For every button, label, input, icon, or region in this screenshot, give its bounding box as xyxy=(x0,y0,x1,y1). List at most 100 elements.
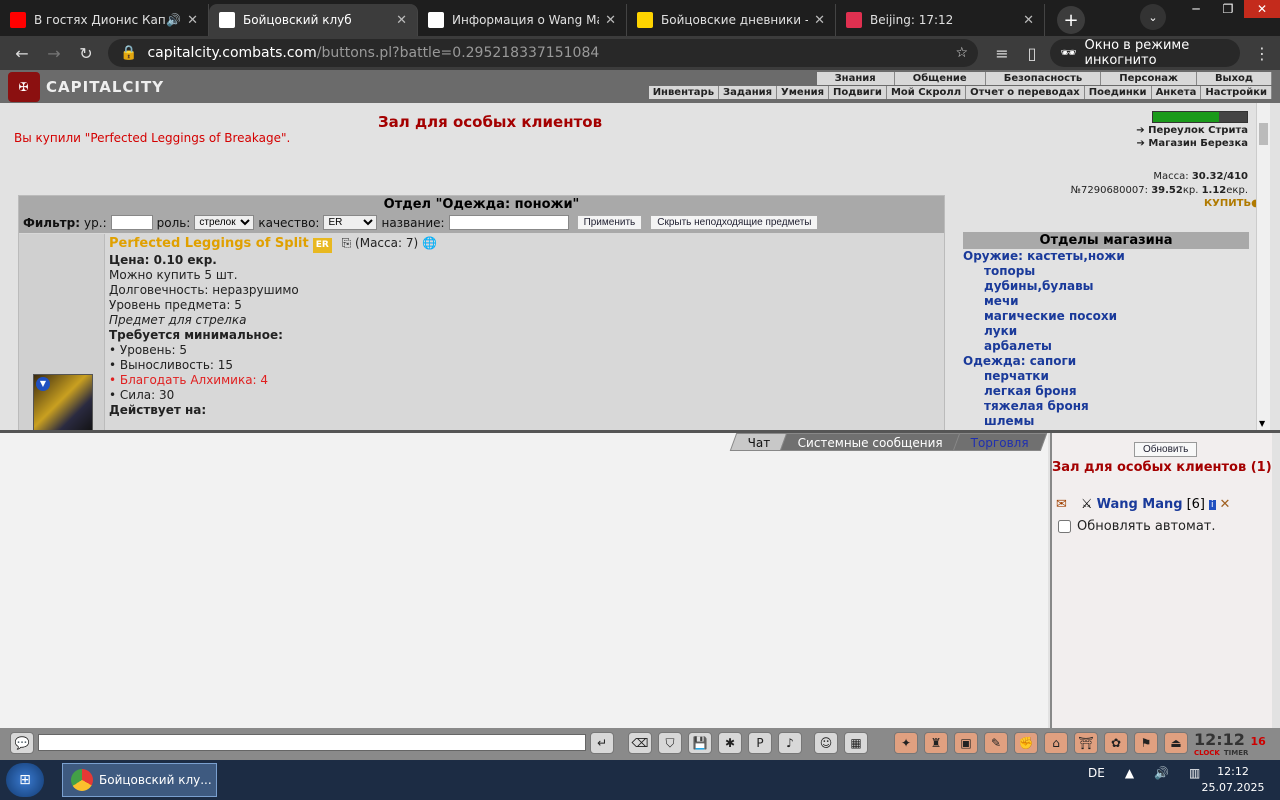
menu-item[interactable]: Поединки xyxy=(1085,86,1152,99)
menu-item[interactable]: Общение xyxy=(895,72,986,85)
language-indicator[interactable]: DE xyxy=(1088,766,1105,780)
bookmark-star-icon[interactable]: ☆ xyxy=(955,45,968,61)
level-input[interactable] xyxy=(110,215,153,230)
sound-icon[interactable]: ♪ xyxy=(778,732,802,754)
minimize-button[interactable]: ─ xyxy=(1180,0,1212,18)
smile-icon[interactable]: ☺ xyxy=(814,732,838,754)
chat-tab[interactable]: Системные сообщения xyxy=(779,433,962,451)
reload-icon[interactable]: ↻ xyxy=(70,38,102,68)
menu-item[interactable]: Отчет о переводах xyxy=(966,86,1085,99)
chat-input[interactable] xyxy=(38,734,586,751)
close-tab-icon[interactable]: ✕ xyxy=(1023,13,1034,28)
tray-arrow-icon[interactable]: ▲ xyxy=(1125,766,1134,780)
hide-unsuitable-button[interactable]: Скрыть неподходящие предметы xyxy=(650,215,819,230)
browser-tab[interactable]: Beijing: 17:12 ✕ xyxy=(836,4,1045,36)
game-logo[interactable]: ✠ CAPITALCITY xyxy=(8,72,178,102)
clear-chat-icon[interactable]: ▦ xyxy=(844,732,868,754)
auto-refresh-checkbox[interactable] xyxy=(1058,520,1071,533)
house-icon[interactable]: ⌂ xyxy=(1044,732,1068,754)
eraser-icon[interactable]: ⌫ xyxy=(628,732,652,754)
menu-item[interactable]: Инвентарь xyxy=(649,86,720,99)
back-icon[interactable]: ← xyxy=(6,38,38,68)
link-pereulok[interactable]: ➔ Переулок Стрита xyxy=(1120,125,1248,136)
menu-kebab-icon[interactable]: ⋮ xyxy=(1246,38,1278,68)
shop-department-link[interactable]: легкая броня xyxy=(963,384,1249,399)
save-icon[interactable]: 💾 xyxy=(688,732,712,754)
browser-tab[interactable]: Бойцовские дневники - W ✕ xyxy=(627,4,836,36)
auto-refresh-option[interactable]: Обновлять автомат. xyxy=(1058,519,1216,534)
tab-search-button[interactable]: ⌄ xyxy=(1140,4,1166,30)
refresh-button[interactable]: Обновить xyxy=(1134,442,1198,457)
maximize-button[interactable]: ❐ xyxy=(1212,0,1244,18)
chat-area[interactable]: Чат Системные сообщения Торговля xyxy=(0,433,1048,728)
menu-item[interactable]: Анкета xyxy=(1152,86,1202,99)
shop-department-link[interactable]: Одежда: сапоги xyxy=(963,354,1249,369)
media-queue-icon[interactable]: ≡ xyxy=(986,38,1018,68)
browser-tab[interactable]: Бойцовский клуб ✕ xyxy=(209,4,418,36)
scroll-down-icon[interactable]: ▼ xyxy=(1259,419,1265,428)
globe-icon[interactable]: 🌐 xyxy=(422,236,437,250)
scroll-icon[interactable]: ✎ xyxy=(984,732,1008,754)
close-tab-icon[interactable]: ✕ xyxy=(605,13,616,28)
item-image[interactable]: ▼ xyxy=(33,374,93,430)
browser-tab[interactable]: В гостях Дионис Капта 🔊 ✕ xyxy=(0,4,209,36)
menu-item[interactable]: Выход xyxy=(1197,72,1272,85)
translit-icon[interactable]: ✱ xyxy=(718,732,742,754)
shop-department-link[interactable]: мечи xyxy=(963,294,1249,309)
taskbar-chrome-item[interactable]: Бойцовский клу... xyxy=(62,763,217,797)
buy-ekr-button[interactable]: КУПИТЬ● xyxy=(1204,198,1256,209)
ignore-icon[interactable]: ✕ xyxy=(1220,497,1231,512)
menu-item[interactable]: Мой Скролл xyxy=(887,86,967,99)
shop-department-link[interactable]: тяжелая броня xyxy=(963,399,1249,414)
audio-icon[interactable]: 🔊 xyxy=(166,13,181,27)
exit-icon[interactable]: ⏏ xyxy=(1164,732,1188,754)
fight-icon[interactable]: ✦ xyxy=(894,732,918,754)
menu-item[interactable]: Персонаж xyxy=(1101,72,1197,85)
menu-item[interactable]: Задания xyxy=(719,86,778,99)
shop-department-link[interactable]: перчатки xyxy=(963,369,1249,384)
quality-select[interactable]: ER xyxy=(323,215,378,230)
chat-tab[interactable]: Торговля xyxy=(952,433,1048,451)
copy-icon[interactable]: ⎘ xyxy=(342,236,352,250)
link-magazin[interactable]: ➔ Магазин Березка xyxy=(1120,138,1248,149)
close-tab-icon[interactable]: ✕ xyxy=(187,13,198,28)
role-select[interactable]: стрелок xyxy=(194,215,255,230)
user-name[interactable]: Wang Mang xyxy=(1097,497,1183,512)
shop-department-link[interactable]: арбалеты xyxy=(963,339,1249,354)
forward-icon[interactable]: → xyxy=(38,38,70,68)
close-window-button[interactable]: ✕ xyxy=(1244,0,1280,18)
filter-icon[interactable]: ⛉ xyxy=(658,732,682,754)
incognito-indicator[interactable]: 🕶 Окно в режиме инкогнито xyxy=(1050,38,1240,68)
menu-item[interactable]: Умения xyxy=(777,86,830,99)
menu-item[interactable]: Настройки xyxy=(1201,86,1272,99)
browser-tab[interactable]: Информация о Wang Mar ✕ xyxy=(418,4,627,36)
start-button[interactable]: ⊞ xyxy=(6,763,44,797)
treasure-icon[interactable]: ▣ xyxy=(954,732,978,754)
pl-icon[interactable]: P xyxy=(748,732,772,754)
volume-icon[interactable]: 🔊 xyxy=(1154,766,1169,780)
close-tab-icon[interactable]: ✕ xyxy=(396,13,407,28)
side-panel-icon[interactable]: ▯ xyxy=(1016,38,1048,68)
user-info-icon[interactable]: i xyxy=(1209,499,1216,510)
chat-mode-icon[interactable]: 💬 xyxy=(10,732,34,754)
shop-department-link[interactable]: шлемы xyxy=(963,414,1249,429)
apply-button[interactable]: Применить xyxy=(576,215,643,230)
menu-item[interactable]: Знания xyxy=(817,72,895,85)
shop-department-link[interactable]: магические посохи xyxy=(963,309,1249,324)
close-tab-icon[interactable]: ✕ xyxy=(814,13,825,28)
main-scrollbar[interactable]: ▼ xyxy=(1256,103,1270,430)
scroll-thumb[interactable] xyxy=(1259,123,1268,145)
tray-clock[interactable]: 12:12 25.07.2025 xyxy=(1200,764,1266,796)
shop-department-link[interactable]: Оружие: кастеты,ножи xyxy=(963,249,1249,264)
fist-icon[interactable]: ✊ xyxy=(1014,732,1038,754)
menu-item[interactable]: Безопасность xyxy=(986,72,1102,85)
send-icon[interactable]: ↵ xyxy=(590,732,614,754)
paw-icon[interactable]: ✿ xyxy=(1104,732,1128,754)
gate-icon[interactable]: ⛩ xyxy=(1074,732,1098,754)
bag-icon[interactable]: ♜ xyxy=(924,732,948,754)
url-field[interactable]: 🔒 capitalcity.combats.com /buttons.pl?ba… xyxy=(108,39,978,67)
shop-department-link[interactable]: луки xyxy=(963,324,1249,339)
shop-department-link[interactable]: топоры xyxy=(963,264,1249,279)
shop-department-link[interactable]: дубины,булавы xyxy=(963,279,1249,294)
flag-icon[interactable]: ⚑ xyxy=(1134,732,1158,754)
